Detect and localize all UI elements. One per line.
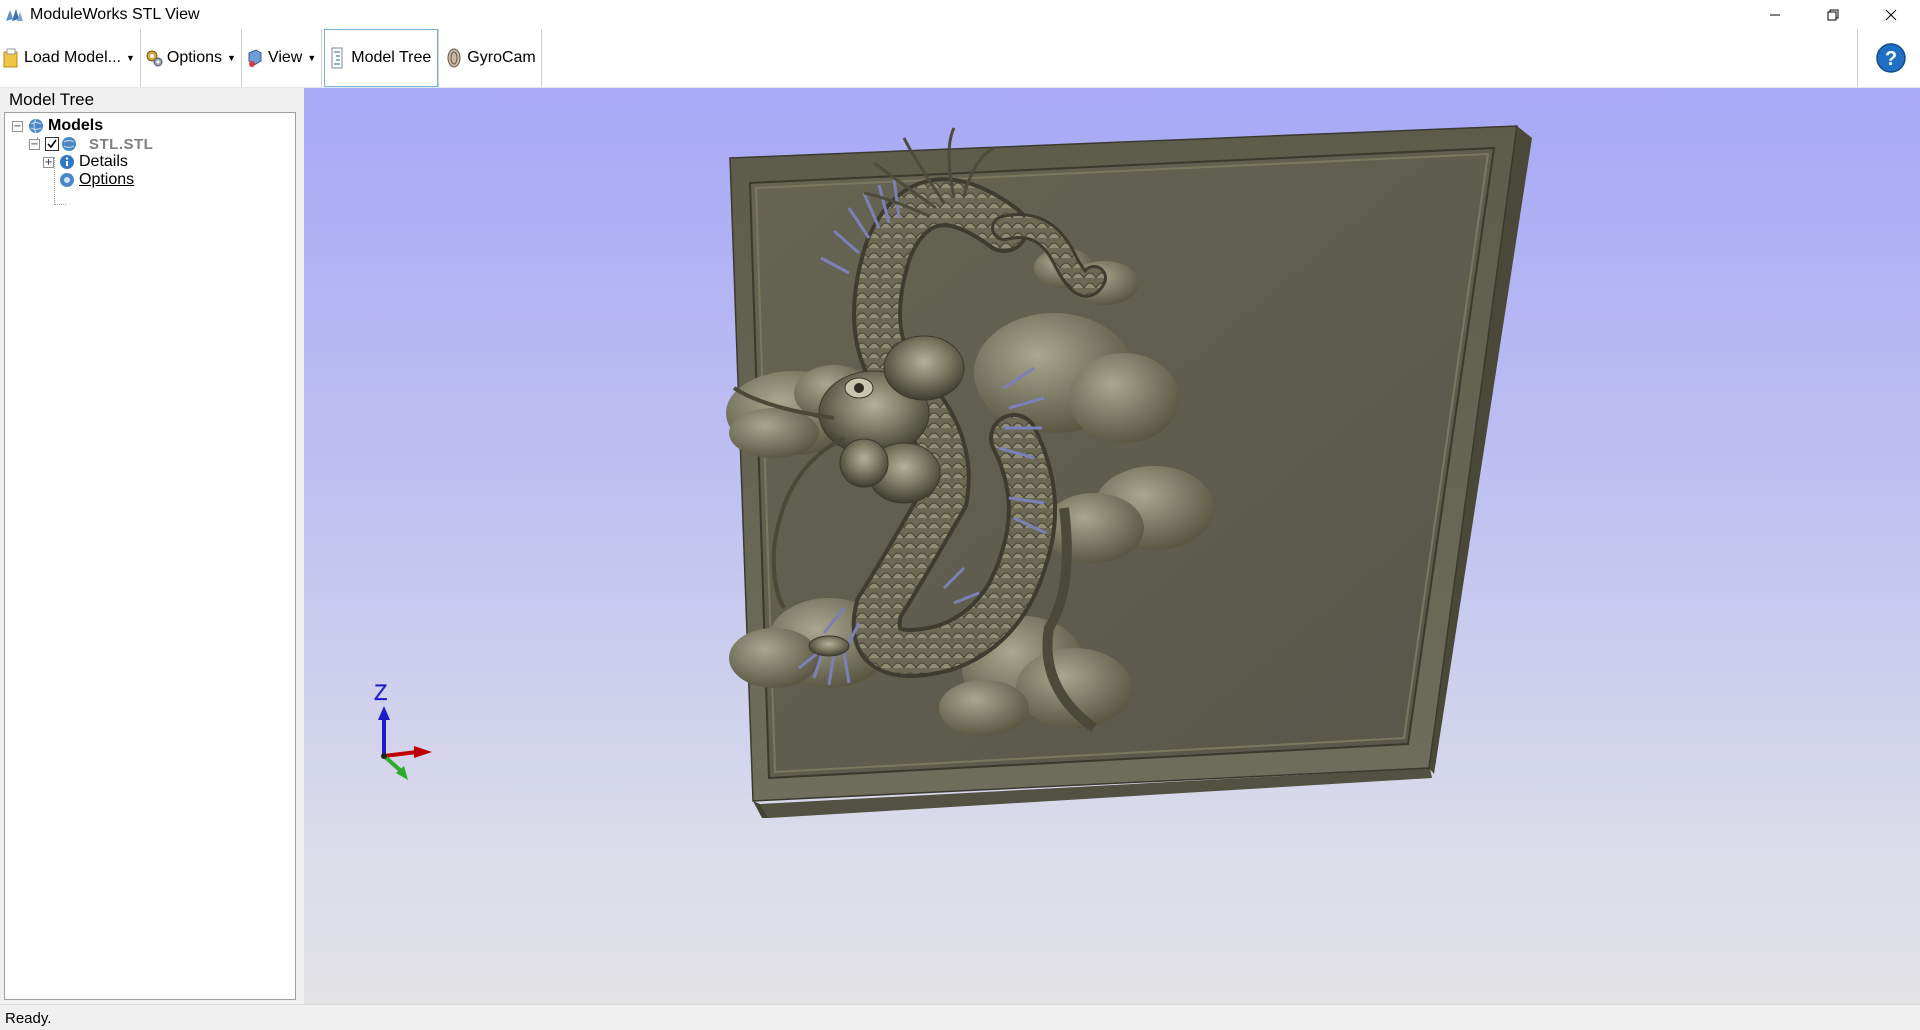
window-controls [1746, 0, 1920, 29]
model-visibility-checkbox[interactable] [45, 137, 59, 151]
status-text: Ready. [5, 1010, 52, 1027]
model-render: Z [374, 125, 1532, 818]
toolbar-separator [1857, 29, 1858, 87]
status-bar: Ready. [0, 1004, 1920, 1030]
options-button[interactable]: Options ▼ [143, 29, 239, 87]
tree-item-stl-model[interactable]: − STL.STL [29, 134, 153, 154]
gyrocam-icon [445, 47, 463, 69]
tree-item-models[interactable]: − Models [12, 116, 103, 136]
models-globe-icon [29, 118, 43, 134]
collapse-icon[interactable]: − [12, 120, 23, 132]
dropdown-arrow-icon: ▼ [125, 53, 135, 63]
collapse-icon[interactable]: − [29, 138, 40, 150]
tree-item-details[interactable]: + Details [43, 152, 128, 172]
title-bar: ModuleWorks STL View [0, 0, 1920, 29]
restore-button[interactable] [1804, 0, 1862, 29]
model-tree[interactable]: − Models − STL.STL + Details Options [4, 112, 296, 1000]
tree-connector [54, 204, 66, 205]
axis-z-label: Z [374, 680, 387, 705]
minimize-button[interactable] [1746, 0, 1804, 29]
toolbar-separator [540, 29, 542, 87]
dropdown-arrow-icon: ▼ [227, 53, 236, 63]
close-icon [1885, 9, 1897, 20]
3d-viewport[interactable]: Z [304, 88, 1920, 1004]
tree-item-label: Models [48, 117, 104, 134]
options-gear-icon [60, 173, 74, 187]
model-tree-label: Model Tree [351, 49, 432, 66]
app-logo-icon [6, 8, 23, 21]
load-model-button[interactable]: Load Model... ▼ [0, 29, 138, 87]
gyrocam-label: GyroCam [467, 49, 536, 66]
toolbar-separator [240, 29, 242, 87]
gears-icon [145, 47, 163, 69]
restore-icon [1827, 9, 1839, 20]
window-title: ModuleWorks STL View [30, 5, 200, 23]
model-tree-button[interactable]: Model Tree [324, 29, 439, 87]
svg-text:?: ? [1885, 48, 1897, 70]
app-window: ModuleWorks STL View Load Model... ▼ Opt… [0, 0, 1920, 1030]
axis-triad[interactable]: Z [374, 680, 432, 780]
view-cube-icon [246, 47, 264, 69]
tree-item-label: Options [79, 171, 135, 188]
toolbar-separator [139, 29, 141, 87]
help-icon[interactable]: ? [1874, 41, 1908, 75]
toolbar: Load Model... ▼ Options ▼ View ▼ Model T… [0, 29, 1920, 88]
model-globe-icon [62, 137, 76, 151]
view-button[interactable]: View ▼ [244, 29, 319, 87]
checkmark-icon [47, 139, 57, 149]
folder-open-icon [2, 47, 20, 69]
panel-title: Model Tree [9, 90, 95, 109]
model-tree-panel: Model Tree − Models − STL.STL + Details … [0, 88, 304, 1004]
tree-list-icon [329, 47, 347, 69]
dropdown-arrow-icon: ▼ [307, 53, 317, 63]
info-icon [60, 155, 74, 169]
toolbar-separator [321, 29, 323, 87]
tree-item-options[interactable]: Options [59, 170, 134, 190]
close-button[interactable] [1862, 0, 1920, 29]
expand-icon[interactable]: + [43, 156, 54, 168]
tree-item-label: Details [79, 153, 128, 170]
options-label: Options [166, 49, 223, 66]
load-model-label: Load Model... [24, 49, 121, 66]
view-label: View [267, 49, 303, 66]
tree-item-label: STL.STL [89, 135, 154, 153]
gyrocam-button[interactable]: GyroCam [439, 29, 538, 87]
minimize-icon [1770, 14, 1780, 15]
